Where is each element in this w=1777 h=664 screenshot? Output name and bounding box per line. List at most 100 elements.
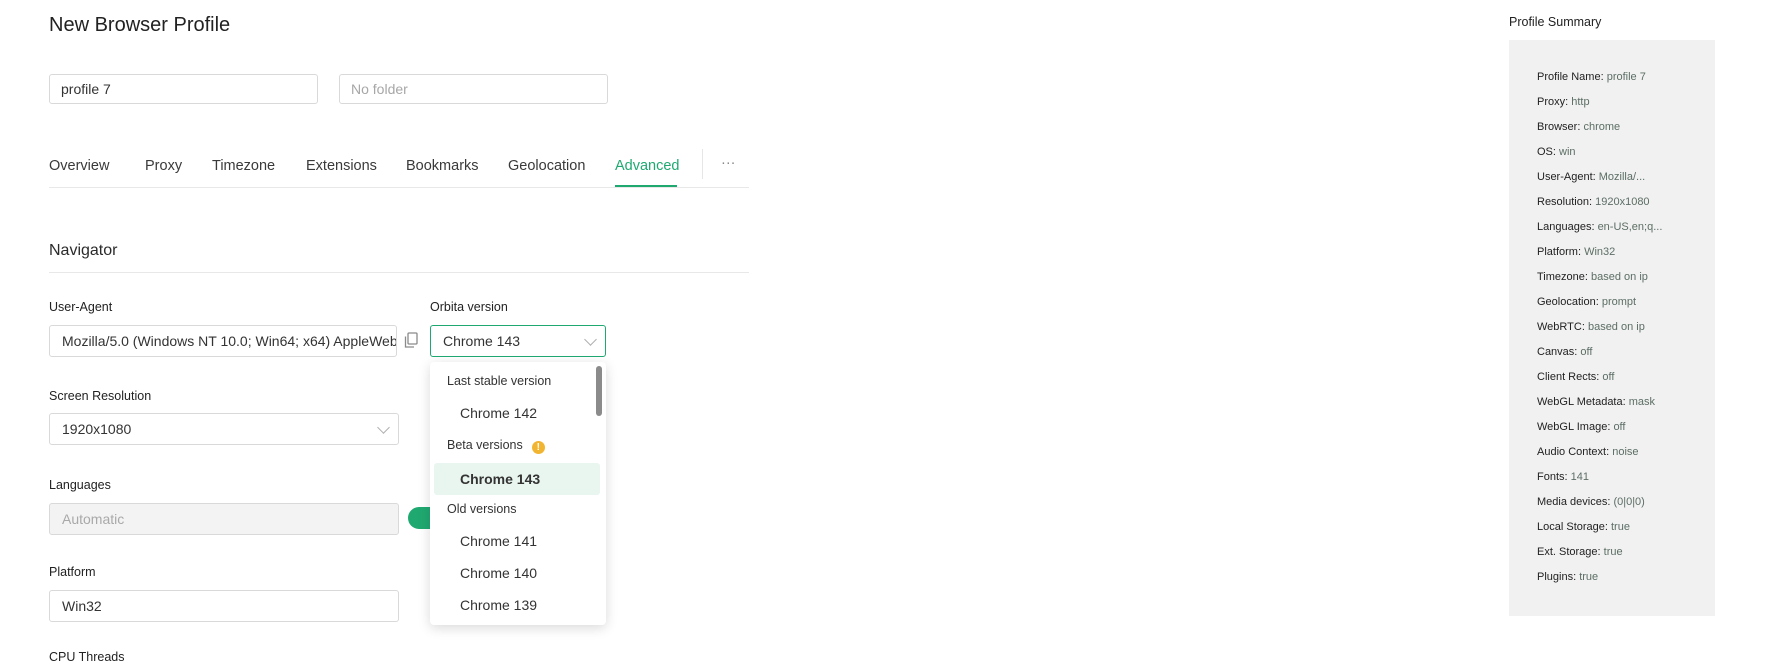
dropdown-option[interactable]: Chrome 141 [434,525,600,557]
chevron-down-icon [377,421,390,434]
summary-row: Audio Context: noise [1537,446,1639,458]
dropdown-group-title: Last stable version [447,374,552,388]
tab-proxy[interactable]: Proxy [145,158,182,174]
summary-value: off [1580,346,1593,358]
dropdown-group-title: Beta versions! [447,438,545,454]
summary-key: Resolution: [1537,196,1593,208]
summary-row: Languages: en-US,en;q... [1537,221,1662,233]
dropdown-option[interactable]: Chrome 140 [434,557,600,589]
summary-row: Local Storage: true [1537,521,1630,533]
summary-row: Client Rects: off [1537,371,1614,383]
summary-row: OS: win [1537,146,1576,158]
summary-value: mask [1628,396,1656,408]
copy-icon[interactable] [404,332,418,349]
summary-key: Media devices: [1537,496,1611,508]
summary-row: Browser: chrome [1537,121,1620,133]
summary-value: off [1613,421,1626,433]
page-title: New Browser Profile [49,14,231,36]
summary-key: Profile Name: [1537,71,1604,83]
summary-value: en-US,en;q... [1597,221,1663,233]
summary-key: Ext. Storage: [1537,546,1601,558]
summary-value: based on ip [1591,271,1648,283]
dropdown-option[interactable]: Chrome 142 [434,397,600,429]
dropdown-group-title: Old versions [447,502,517,516]
summary-key: Languages: [1537,221,1595,233]
summary-value: off [1602,371,1615,383]
summary-key: User-Agent: [1537,171,1596,183]
summary-row: User-Agent: Mozilla/... [1537,171,1645,183]
languages-label: Languages [49,478,111,492]
summary-key: OS: [1537,146,1556,158]
tab-extensions[interactable]: Extensions [306,158,377,174]
profile-name-input[interactable] [49,74,318,104]
summary-value: profile 7 [1606,71,1646,83]
orbita-version-dropdown: Last stable version Chrome 142 Beta vers… [430,362,606,625]
summary-key: Canvas: [1537,346,1578,358]
screen-resolution-select[interactable]: 1920x1080 [49,413,399,445]
summary-row: Fonts: 141 [1537,471,1589,483]
dropdown-option[interactable]: Chrome 139 [434,589,600,621]
chevron-down-icon [584,333,597,346]
summary-key: Fonts: [1537,471,1568,483]
summary-value: true [1611,521,1630,533]
screen-resolution-label: Screen Resolution [49,389,152,403]
dropdown-option-selected[interactable]: Chrome 143 [434,463,600,495]
summary-value: prompt [1601,296,1637,308]
section-divider [49,272,749,273]
summary-key: Geolocation: [1537,296,1599,308]
summary-key: Browser: [1537,121,1581,133]
summary-row: Profile Name: profile 7 [1537,71,1646,83]
summary-row: WebGL Metadata: mask [1537,396,1655,408]
summary-row: Platform: Win32 [1537,246,1615,258]
more-tabs-button[interactable]: ··· [721,155,736,171]
summary-key: WebGL Image: [1537,421,1611,433]
languages-input[interactable]: Automatic [49,503,399,535]
summary-row: Resolution: 1920x1080 [1537,196,1650,208]
summary-value: true [1579,571,1599,583]
summary-row: Ext. Storage: true [1537,546,1623,558]
section-title: Navigator [49,242,118,259]
orbita-version-select[interactable]: Chrome 143 [430,325,606,357]
summary-row: Geolocation: prompt [1537,296,1636,308]
tab-advanced[interactable]: Advanced [615,158,680,174]
summary-key: Platform: [1537,246,1582,258]
summary-key: Client Rects: [1537,371,1600,383]
summary-row: Canvas: off [1537,346,1592,358]
summary-value: http [1571,96,1590,108]
tab-timezone[interactable]: Timezone [212,158,275,174]
summary-key: Proxy: [1537,96,1569,108]
platform-input[interactable]: Win32 [49,590,399,622]
orbita-version-value: Chrome 143 [443,333,521,349]
active-tab-indicator [615,185,677,187]
summary-row: WebGL Image: off [1537,421,1625,433]
user-agent-input[interactable]: Mozilla/5.0 (Windows NT 10.0; Win64; x64… [49,325,397,357]
profile-summary-panel: Profile Name: profile 7 Proxy: http Brow… [1509,40,1715,616]
folder-input[interactable] [339,74,608,104]
summary-value: chrome [1583,121,1621,133]
summary-row: WebRTC: based on ip [1537,321,1645,333]
summary-value: 141 [1570,471,1589,483]
platform-label: Platform [49,565,96,579]
summary-row: Media devices: (0|0|0) [1537,496,1645,508]
summary-value: 1920x1080 [1595,196,1650,208]
tab-bookmarks[interactable]: Bookmarks [406,158,479,174]
summary-row: Plugins: true [1537,571,1598,583]
tab-overview[interactable]: Overview [49,158,109,174]
summary-value: noise [1612,446,1639,458]
tab-geolocation[interactable]: Geolocation [508,158,585,174]
summary-row: Proxy: http [1537,96,1590,108]
cpu-threads-label: CPU Threads [49,650,125,664]
summary-key: WebGL Metadata: [1537,396,1626,408]
summary-value: true [1603,546,1623,558]
summary-value: based on ip [1587,321,1645,333]
orbita-version-label: Orbita version [430,300,508,314]
summary-value: win [1559,146,1576,158]
tab-bar: Overview Proxy Timezone Extensions Bookm… [49,145,749,188]
summary-key: Plugins: [1537,571,1577,583]
summary-value: Win32 [1584,246,1616,258]
summary-key: Local Storage: [1537,521,1608,533]
summary-row: Timezone: based on ip [1537,271,1648,283]
summary-key: Timezone: [1537,271,1588,283]
summary-value: Mozilla/... [1598,171,1646,183]
summary-key: WebRTC: [1537,321,1585,333]
